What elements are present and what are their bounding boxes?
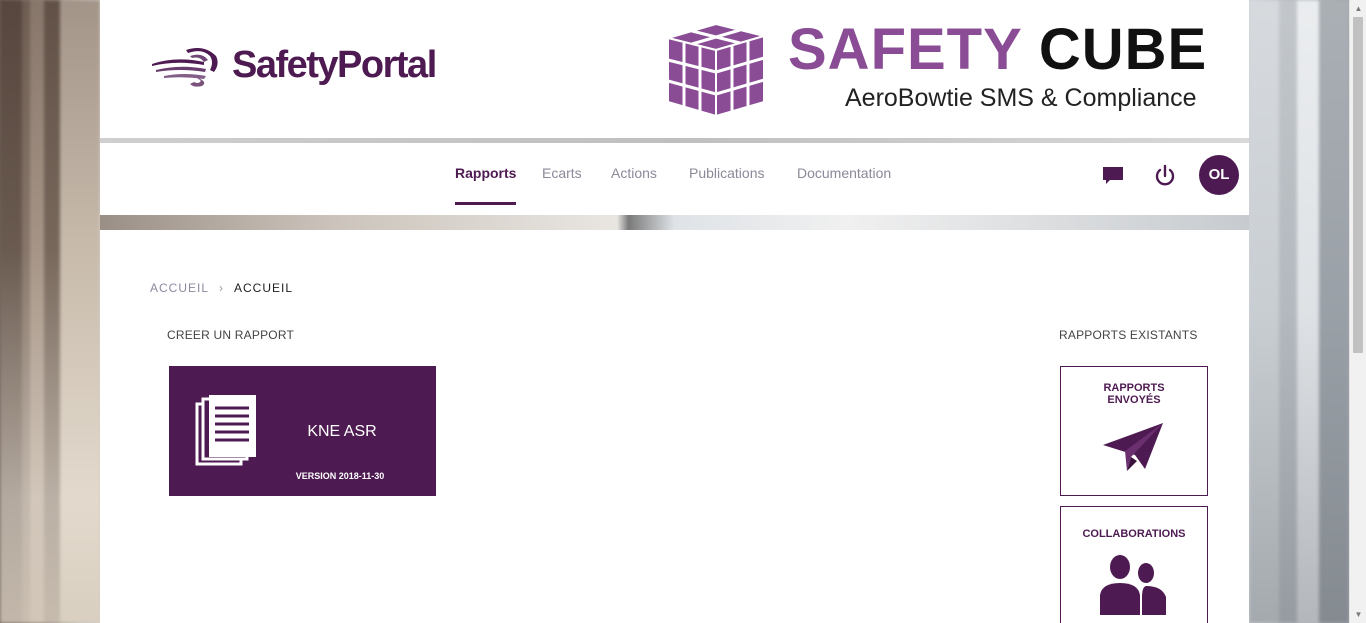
cube-icon <box>664 24 768 118</box>
users-icon <box>1100 555 1166 615</box>
hero-image-strip <box>100 215 1249 230</box>
title-cube: CUBE <box>1038 17 1208 82</box>
sent-reports-label-line1: RAPPORTS <box>1103 382 1165 394</box>
chat-icon[interactable] <box>1100 163 1126 189</box>
nav-actions[interactable]: Actions <box>611 165 657 205</box>
existing-reports-heading: RAPPORTS EXISTANTS <box>1059 328 1198 342</box>
safetyportal-swirl-icon <box>152 48 218 87</box>
safetycube-logo[interactable]: SAFETY CUBE AeroBowtie SMS & Compliance <box>664 20 1207 118</box>
sent-reports-label-line2: ENVOYÉS <box>1107 394 1161 406</box>
background-right <box>1249 0 1349 623</box>
sent-reports-card[interactable]: RAPPORTS ENVOYÉS <box>1060 366 1208 496</box>
scroll-down-icon[interactable]: ▼ <box>1350 606 1366 623</box>
report-template-card[interactable]: KNE ASR VERSION 2018-11-30 <box>169 366 436 496</box>
breadcrumb: ACCUEIL › ACCUEIL <box>150 281 293 295</box>
document-stack-icon <box>195 395 256 466</box>
main-nav: Rapports Ecarts Actions Publications Doc… <box>100 143 1249 215</box>
power-icon[interactable] <box>1152 163 1178 189</box>
avatar[interactable]: OL <box>1199 155 1239 195</box>
safetycube-subtitle: AeroBowtie SMS & Compliance <box>845 84 1197 112</box>
paper-plane-icon <box>1103 423 1163 471</box>
scroll-up-icon[interactable]: ▲ <box>1350 0 1366 17</box>
title-safety: SAFETY <box>788 17 1022 82</box>
nav-publications[interactable]: Publications <box>689 165 765 205</box>
collaborations-card[interactable]: COLLABORATIONS <box>1060 506 1208 623</box>
breadcrumb-home[interactable]: ACCUEIL <box>150 281 209 295</box>
header: SafetyPortal SAFETY CUBE AeroBowtie SMS … <box>100 0 1249 138</box>
vertical-scrollbar[interactable]: ▲ ▼ <box>1349 0 1366 623</box>
scrollbar-thumb[interactable] <box>1353 17 1363 353</box>
report-template-name: KNE ASR <box>307 423 377 440</box>
create-report-heading: CREER UN RAPPORT <box>167 328 294 342</box>
nav-documentation[interactable]: Documentation <box>797 165 891 205</box>
breadcrumb-current: ACCUEIL <box>234 281 294 295</box>
safetyportal-wordmark: SafetyPortal <box>232 43 437 86</box>
safetycube-title: SAFETY CUBE <box>788 20 1207 80</box>
background-left <box>0 0 100 623</box>
nav-ecarts[interactable]: Ecarts <box>542 165 582 205</box>
chevron-right-icon: › <box>219 281 225 295</box>
report-template-version: VERSION 2018-11-30 <box>295 471 385 481</box>
main-content: ACCUEIL › ACCUEIL CREER UN RAPPORT KNE A… <box>100 230 1249 623</box>
safetyportal-logo[interactable]: SafetyPortal <box>146 40 437 90</box>
collaborations-label: COLLABORATIONS <box>1082 528 1186 540</box>
nav-rapports[interactable]: Rapports <box>455 165 517 205</box>
